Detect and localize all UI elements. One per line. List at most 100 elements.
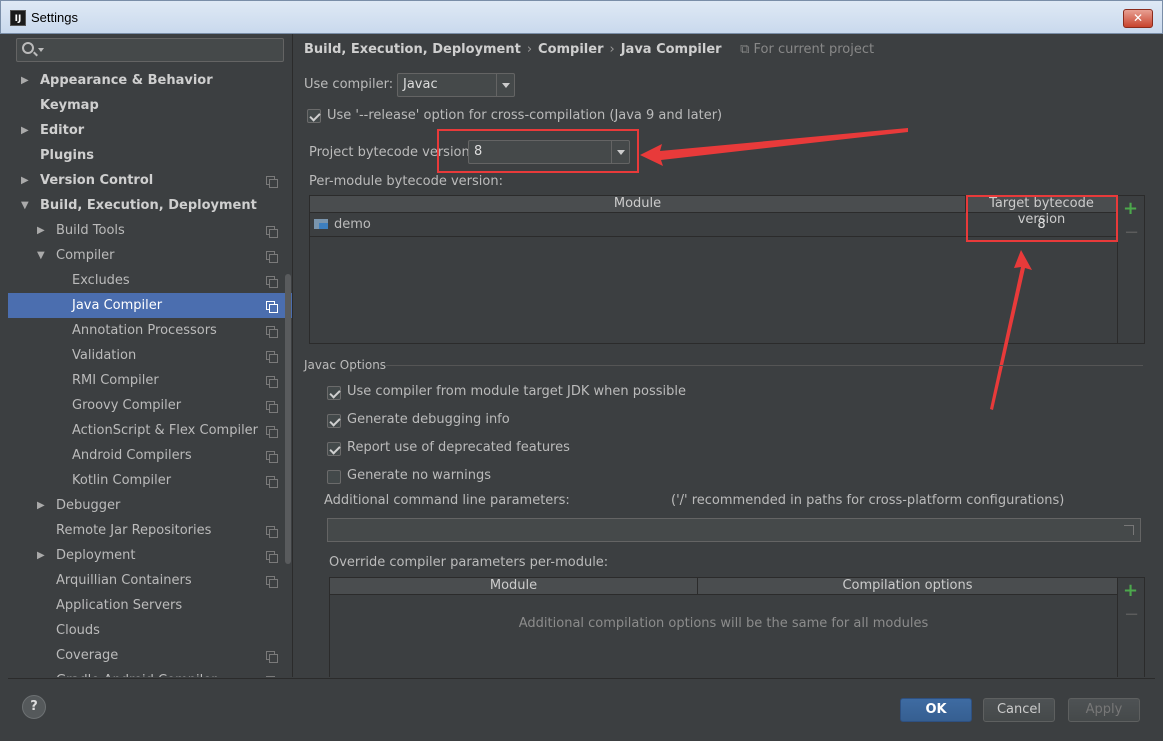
expand-field-icon[interactable] [1124, 525, 1134, 535]
sidebar-scrollbar[interactable] [285, 274, 291, 564]
tree-collapsed-arrow-icon[interactable]: ▶ [37, 493, 45, 518]
search-history-dropdown-icon[interactable] [38, 48, 44, 52]
option-deprecated-features-label: Report use of deprecated features [347, 440, 570, 455]
sidebar-item-android-compilers[interactable]: Android Compilers [8, 443, 292, 468]
sidebar-item-label: Editor [40, 123, 85, 138]
intellij-app-icon: IJ [10, 10, 26, 26]
sidebar-item-label: Compiler [56, 248, 115, 263]
project-level-settings-icon [266, 251, 278, 263]
sidebar-item-label: Arquillian Containers [56, 573, 192, 588]
sidebar-item-label: Gradle-Android Compiler [56, 668, 217, 677]
sidebar-item-label: Appearance & Behavior [40, 73, 213, 88]
sidebar-item-gradle-android-compiler[interactable]: Gradle-Android Compiler [8, 668, 292, 677]
sidebar-item-label: Plugins [40, 148, 94, 163]
project-level-settings-icon [266, 551, 278, 563]
sidebar-item-annotation-processors[interactable]: Annotation Processors [8, 318, 292, 343]
sidebar-item-arquillian-containers[interactable]: Arquillian Containers [8, 568, 292, 593]
sidebar-item-build-tools[interactable]: ▶ Build Tools [8, 218, 292, 243]
option-module-target-jdk-label: Use compiler from module target JDK when… [347, 384, 686, 399]
tree-expanded-arrow-icon[interactable]: ▼ [21, 193, 29, 218]
option-deprecated-features-checkbox[interactable] [327, 442, 341, 456]
sidebar-item-excludes[interactable]: Excludes [8, 268, 292, 293]
sidebar-item-label: Deployment [56, 548, 136, 563]
sidebar-item-plugins[interactable]: Plugins [8, 143, 292, 168]
sidebar-item-deployment[interactable]: ▶ Deployment [8, 543, 292, 568]
sidebar-item-label: Version Control [40, 173, 154, 188]
sidebar-item-application-servers[interactable]: Application Servers [8, 593, 292, 618]
ok-button[interactable]: OK [900, 698, 972, 722]
sidebar-item-label: Debugger [56, 498, 121, 513]
project-level-settings-icon [266, 226, 278, 238]
sidebar-item-actionscript-flex-compiler[interactable]: ActionScript & Flex Compiler [8, 418, 292, 443]
add-plus-icon[interactable]: + [1123, 580, 1138, 601]
sidebar-item-rmi-compiler[interactable]: RMI Compiler [8, 368, 292, 393]
sidebar-item-label: Application Servers [56, 598, 183, 613]
window-close-button[interactable]: ✕ [1123, 9, 1153, 28]
tree-collapsed-arrow-icon[interactable]: ▶ [37, 218, 45, 243]
sidebar-item-appearance-behavior[interactable]: ▶ Appearance & Behavior [8, 68, 292, 93]
column-header-module[interactable]: Module [330, 578, 698, 595]
project-level-settings-icon [266, 476, 278, 488]
sidebar-item-label: Kotlin Compiler [72, 473, 172, 488]
project-level-settings-icon [266, 676, 275, 677]
table-header: Module Compilation options [330, 578, 1117, 595]
sidebar-item-label: Build, Execution, Deployment [40, 198, 257, 213]
apply-button[interactable]: Apply [1068, 698, 1140, 722]
sidebar-item-label: ActionScript & Flex Compiler [72, 423, 259, 438]
project-level-settings-icon [266, 401, 278, 413]
search-icon [22, 42, 34, 54]
remove-minus-icon[interactable]: − [1124, 604, 1139, 625]
option-debugging-info-checkbox[interactable] [327, 414, 341, 428]
override-params-table: Module Compilation options Additional co… [329, 577, 1118, 677]
sidebar-item-remote-jar-repositories[interactable]: Remote Jar Repositories [8, 518, 292, 543]
option-no-warnings-label: Generate no warnings [347, 468, 492, 483]
sidebar-item-keymap[interactable]: Keymap [8, 93, 292, 118]
sidebar-item-label: Validation [72, 348, 137, 363]
project-level-settings-icon [266, 576, 278, 588]
project-level-settings-icon [266, 451, 278, 463]
sidebar-item-editor[interactable]: ▶ Editor [8, 118, 292, 143]
annotation-arrow-to-target-bytecode [990, 250, 1032, 410]
additional-params-hint: ('/' recommended in paths for cross-plat… [671, 493, 1065, 508]
help-icon[interactable]: ? [22, 695, 46, 719]
sidebar-item-java-compiler[interactable]: Java Compiler [8, 293, 292, 318]
settings-search-input[interactable] [16, 38, 284, 62]
override-params-label: Override compiler parameters per-module: [329, 555, 609, 570]
column-header-compilation-options[interactable]: Compilation options [698, 578, 1117, 595]
tree-collapsed-arrow-icon[interactable]: ▶ [37, 543, 45, 568]
option-debugging-info-label: Generate debugging info [347, 412, 510, 427]
option-no-warnings-checkbox[interactable] [327, 470, 341, 484]
window-title: Settings [31, 10, 78, 25]
sidebar-item-kotlin-compiler[interactable]: Kotlin Compiler [8, 468, 292, 493]
sidebar-item-clouds[interactable]: Clouds [8, 618, 292, 643]
dialog-footer: ? OK Cancel Apply [8, 678, 1155, 733]
additional-params-input[interactable] [327, 518, 1141, 542]
sidebar-item-coverage[interactable]: Coverage [8, 643, 292, 668]
tree-collapsed-arrow-icon[interactable]: ▶ [21, 168, 29, 193]
sidebar-item-debugger[interactable]: ▶ Debugger [8, 493, 292, 518]
javac-options-section-label: Javac Options [304, 358, 387, 372]
sidebar-item-label: Java Compiler [72, 298, 163, 313]
sidebar-item-validation[interactable]: Validation [8, 343, 292, 368]
tree-collapsed-arrow-icon[interactable]: ▶ [21, 118, 29, 143]
option-module-target-jdk-checkbox[interactable] [327, 386, 341, 400]
project-level-settings-icon [266, 301, 278, 313]
sidebar-item-label: Groovy Compiler [72, 398, 182, 413]
project-level-settings-icon [266, 326, 278, 338]
sidebar-item-label: Clouds [56, 623, 100, 638]
project-level-settings-icon [266, 176, 278, 188]
cancel-button[interactable]: Cancel [983, 698, 1055, 722]
sidebar-item-compiler[interactable]: ▼ Compiler [8, 243, 292, 268]
tree-collapsed-arrow-icon[interactable]: ▶ [21, 68, 29, 93]
java-compiler-panel: Build, Execution, Deployment › Compiler › Ja… [294, 34, 1155, 677]
additional-params-label: Additional command line parameters: [324, 493, 570, 508]
annotation-arrow-to-project-bytecode [640, 128, 908, 166]
sidebar-item-version-control[interactable]: ▶ Version Control [8, 168, 292, 193]
sidebar-item-build-execution-deployment[interactable]: ▼ Build, Execution, Deployment [8, 193, 292, 218]
tree-expanded-arrow-icon[interactable]: ▼ [37, 243, 45, 268]
project-level-settings-icon [266, 426, 278, 438]
sidebar-item-groovy-compiler[interactable]: Groovy Compiler [8, 393, 292, 418]
sidebar-item-label: Build Tools [56, 223, 125, 238]
window-titlebar: IJ Settings ✕ [0, 0, 1163, 34]
settings-tree: ▶ Appearance & Behavior Keymap ▶ Editor Plugi… [8, 68, 292, 677]
